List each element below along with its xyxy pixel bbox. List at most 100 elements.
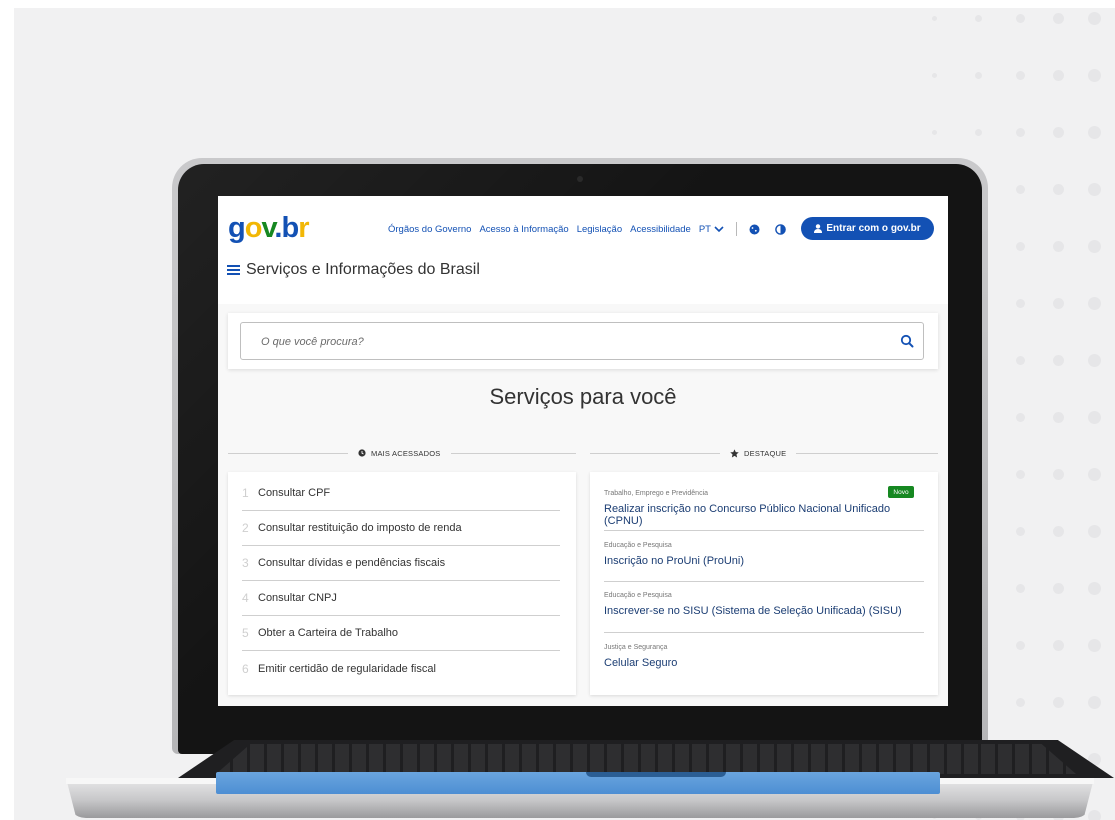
decorative-dot [1052, 240, 1064, 252]
search-placeholder: O que você procura? [261, 336, 364, 348]
govbr-logo[interactable]: gov.br [228, 212, 310, 244]
star-icon [730, 448, 739, 457]
divider-line [590, 452, 720, 454]
decorative-dot [931, 15, 937, 21]
list-item[interactable]: 4 Consultar CNPJ [242, 581, 560, 616]
login-button-label: Entrar com o gov.br [826, 223, 921, 234]
divider-line [228, 452, 348, 454]
contrast-icon[interactable] [775, 223, 787, 235]
divider-line [796, 452, 938, 454]
language-label: PT [698, 223, 711, 235]
decorative-dot [974, 14, 982, 22]
clock-icon [358, 449, 366, 457]
list-item[interactable]: Trabalho, Emprego e Previdência Realizar… [604, 490, 924, 527]
search-icon[interactable] [900, 334, 914, 348]
list-item[interactable]: Justiça e Segurança Celular Seguro [604, 644, 924, 669]
item-label: Obter a Carteira de Trabalho [258, 627, 399, 639]
touchpad [216, 772, 940, 794]
decorative-dot [1052, 354, 1064, 366]
decorative-dot [1052, 297, 1064, 309]
destaque-text: DESTAQUE [744, 448, 787, 458]
decorative-dot [1087, 68, 1101, 82]
decorative-dot [1015, 697, 1025, 707]
item-number: 3 [242, 556, 249, 570]
decorative-dot [1087, 296, 1101, 310]
menu-toggle[interactable]: Serviços e Informações do Brasil [227, 261, 480, 279]
item-label: Celular Seguro [604, 657, 678, 669]
logo-letter-b: b [281, 212, 299, 244]
item-label: Consultar CPF [258, 487, 331, 499]
chevron-down-icon [714, 225, 724, 232]
decorative-dot [1015, 70, 1025, 80]
user-icon [814, 224, 823, 233]
item-label: Emitir certidão de regularidade fiscal [258, 662, 436, 675]
item-number: 2 [242, 521, 249, 535]
item-category: Justiça e Segurança [604, 644, 668, 651]
decorative-dot [1015, 298, 1025, 308]
mais-acessados-text: MAIS ACESSADOS [371, 448, 441, 458]
language-select[interactable]: PT [699, 224, 724, 235]
item-label: Consultar restituição do imposto de rend… [258, 522, 462, 534]
decorative-dot [1087, 410, 1101, 424]
decorative-dot [1087, 467, 1101, 481]
list-item[interactable]: 1 Consultar CPF [242, 476, 560, 511]
divider-line [604, 581, 924, 582]
page-title: Serviços para você [489, 384, 677, 409]
item-label: Consultar dívidas e pendências fiscais [258, 557, 446, 569]
list-item[interactable]: 2 Consultar restituição do imposto de re… [242, 511, 560, 546]
site-title: Serviços e Informações do Brasil [246, 261, 480, 278]
laptop-base [66, 740, 1114, 818]
decorative-dot [1087, 353, 1101, 367]
decorative-dot [1015, 184, 1025, 194]
decorative-dot [1052, 126, 1064, 138]
item-label: Inscrever-se no SISU (Sistema de Seleção… [604, 605, 902, 617]
decorative-dot [1052, 468, 1064, 480]
decorative-dot [1087, 125, 1101, 139]
decorative-dot [1015, 355, 1025, 365]
decorative-dot [1052, 12, 1064, 24]
list-item[interactable]: 3 Consultar dívidas e pendências fiscais [242, 546, 560, 581]
login-button[interactable]: Entrar com o gov.br [801, 217, 934, 240]
decorative-dot [1087, 524, 1101, 538]
decorative-dot [1015, 469, 1025, 479]
mais-acessados-label: MAIS ACESSADOS [348, 449, 451, 458]
logo-letter-o: o [244, 212, 263, 244]
destaque-label: DESTAQUE [720, 449, 796, 458]
list-item[interactable]: 5 Obter a Carteira de Trabalho [242, 616, 560, 651]
nav-acesso-informacao[interactable]: Acesso à Informação [479, 224, 568, 235]
item-label: Realizar inscrição no Concurso Público N… [604, 503, 891, 527]
decorative-dot [974, 71, 982, 79]
site-header: gov.br Órgãos do Governo Acesso à Inform… [218, 196, 948, 304]
decorative-dot [1052, 411, 1064, 423]
divider-line [450, 452, 576, 454]
decorative-dot [1052, 525, 1064, 537]
item-number: 6 [242, 661, 249, 676]
divider-line [604, 530, 924, 531]
keyboard [216, 744, 1076, 774]
list-item[interactable]: Educação e Pesquisa Inscrição no ProUni … [604, 542, 924, 567]
decorative-dot [1015, 127, 1025, 137]
decorative-dot [1015, 13, 1025, 23]
list-item[interactable]: Educação e Pesquisa Inscrever-se no SISU… [604, 592, 924, 617]
decorative-dot [1015, 526, 1025, 536]
decorative-dot [1052, 639, 1064, 651]
item-category: Educação e Pesquisa [604, 542, 672, 549]
decorative-dot [974, 128, 982, 136]
mais-acessados-list: 1 Consultar CPF 2 Consultar restituição … [228, 472, 576, 695]
decorative-dot [1087, 239, 1101, 253]
decorative-dot [1052, 183, 1064, 195]
nav-orgaos[interactable]: Órgãos do Governo [388, 224, 471, 235]
decorative-dot [1015, 412, 1025, 422]
list-item[interactable]: 6 Emitir certidão de regularidade fiscal [242, 651, 560, 686]
nav-legislacao[interactable]: Legislação [577, 224, 622, 235]
search-input[interactable]: O que você procura? [240, 322, 924, 360]
item-label: Inscrição no ProUni (ProUni) [604, 555, 744, 567]
item-number: 1 [242, 486, 249, 500]
browser-screen: gov.br Órgãos do Governo Acesso à Inform… [218, 196, 948, 706]
decorative-dot [931, 129, 937, 135]
item-category: Educação e Pesquisa [604, 592, 672, 599]
mais-acessados-header: MAIS ACESSADOS [228, 446, 576, 460]
cookie-icon[interactable] [749, 223, 761, 235]
destaque-list: Novo Trabalho, Emprego e Previdência Rea… [590, 472, 938, 695]
nav-acessibilidade[interactable]: Acessibilidade [630, 224, 691, 235]
